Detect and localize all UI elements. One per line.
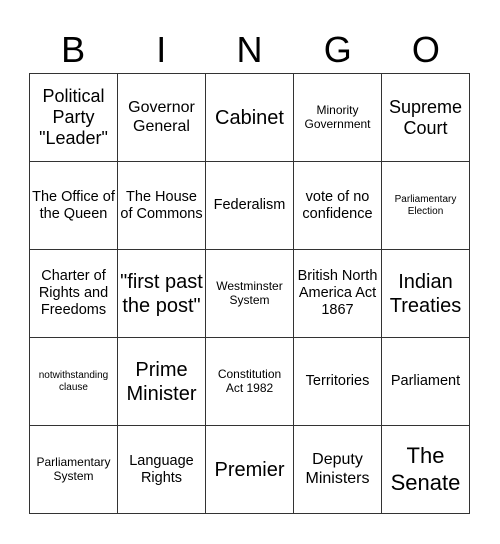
bingo-cell[interactable]: Minority Government	[294, 74, 382, 162]
bingo-cell[interactable]: Prime Minister	[118, 338, 206, 426]
bingo-cell[interactable]: Territories	[294, 338, 382, 426]
bingo-cell[interactable]: Premier	[206, 426, 294, 514]
bingo-cell[interactable]: vote of no confidence	[294, 162, 382, 250]
bingo-cell[interactable]: Federalism	[206, 162, 294, 250]
bingo-cell[interactable]: British North America Act 1867	[294, 250, 382, 338]
bingo-cell[interactable]: Cabinet	[206, 74, 294, 162]
bingo-cell[interactable]: Westminster System	[206, 250, 294, 338]
bingo-cell[interactable]: Indian Treaties	[382, 250, 470, 338]
header-letter-n: N	[236, 29, 263, 70]
bingo-card-grid: Political Party "Leader" Governor Genera…	[29, 73, 470, 514]
bingo-cell[interactable]: Parliamentary Election	[382, 162, 470, 250]
bingo-header: B I N G O	[29, 28, 470, 72]
bingo-cell[interactable]: Governor General	[118, 74, 206, 162]
bingo-cell[interactable]: Charter of Rights and Freedoms	[30, 250, 118, 338]
bingo-cell[interactable]: "first past the post"	[118, 250, 206, 338]
bingo-cell[interactable]: The Office of the Queen	[30, 162, 118, 250]
bingo-cell[interactable]: Political Party "Leader"	[30, 74, 118, 162]
header-letter-b: B	[61, 29, 86, 70]
bingo-cell[interactable]: Language Rights	[118, 426, 206, 514]
bingo-cell[interactable]: Parliamentary System	[30, 426, 118, 514]
bingo-cell[interactable]: Supreme Court	[382, 74, 470, 162]
header-letter-g: G	[323, 29, 352, 70]
bingo-cell[interactable]: The Senate	[382, 426, 470, 514]
bingo-cell[interactable]: The House of Commons	[118, 162, 206, 250]
header-letter-o: O	[411, 29, 440, 70]
bingo-cell[interactable]: Parliament	[382, 338, 470, 426]
header-letter-i: I	[156, 29, 167, 70]
bingo-cell[interactable]: notwithstanding clause	[30, 338, 118, 426]
bingo-cell[interactable]: Constitution Act 1982	[206, 338, 294, 426]
bingo-cell[interactable]: Deputy Ministers	[294, 426, 382, 514]
